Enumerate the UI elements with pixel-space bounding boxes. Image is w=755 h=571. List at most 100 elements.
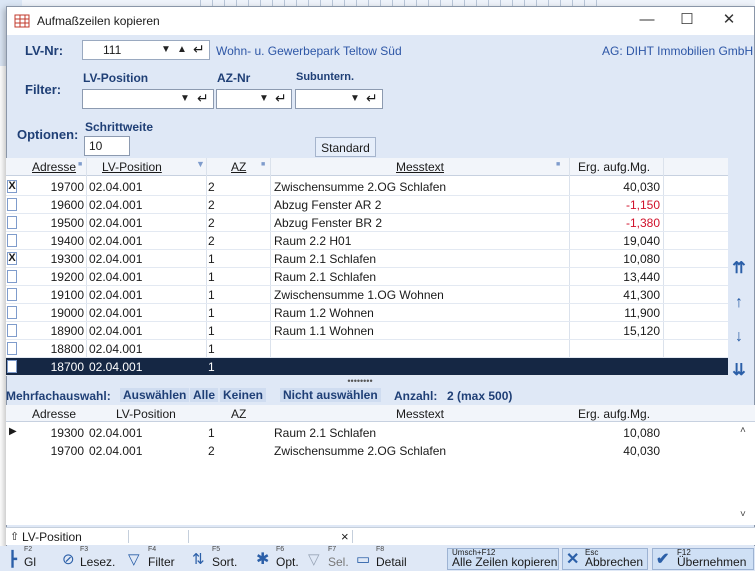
step-label: Schrittweite xyxy=(85,120,154,134)
cell-erg: 41,300 xyxy=(623,288,660,302)
chevron-down-icon[interactable]: ▼ xyxy=(161,44,171,55)
cell-messtext: Abzug Fenster BR 2 xyxy=(274,216,383,230)
table-row[interactable]: 19500 02.04.001 2 Abzug Fenster BR 2 -1,380 xyxy=(6,214,728,232)
client-name: AG: DIHT Immobilien GmbH xyxy=(602,44,754,58)
cell-messtext: Zwischensumme 2.OG Schlafen xyxy=(274,444,447,458)
multi-label: Mehrfachauswahl: xyxy=(6,389,111,403)
scroll-up-icon[interactable]: ↑ xyxy=(728,286,750,320)
deselect-button[interactable]: Nicht auswählen xyxy=(280,388,381,402)
chevron-down-icon[interactable]: ▼ xyxy=(350,93,360,104)
table-row[interactable]: 19100 02.04.001 1 Zwischensumme 1.OG Wohnen… xyxy=(6,286,728,304)
table-row[interactable]: 18700 02.04.001 1 xyxy=(6,358,728,376)
row-checkbox[interactable] xyxy=(7,342,17,355)
paperclip-icon: ⊘ xyxy=(62,551,75,568)
col-messtext[interactable]: Messtext xyxy=(396,160,444,174)
table-row[interactable]: 19000 02.04.001 1 Raum 1.2 Wohnen 11,900 xyxy=(6,304,728,322)
table2-row[interactable]: ▶ 19300 02.04.001 1 Raum 2.1 Schlafen 10,080 xyxy=(6,424,755,442)
cancel-button[interactable]: ✕ Esc Abbrechen xyxy=(562,548,648,570)
cell-adresse: 19400 xyxy=(50,234,84,248)
options-label: Optionen: xyxy=(17,127,79,142)
col-lvpos[interactable]: LV-Position xyxy=(102,160,162,174)
cell-az: 1 xyxy=(208,306,215,320)
cell-az: 2 xyxy=(208,216,215,230)
cell-adresse: 19200 xyxy=(50,270,84,284)
col-erg[interactable]: Erg. aufg.Mg. xyxy=(578,160,650,174)
filter-az-select[interactable]: ▼ ↵ xyxy=(216,89,292,109)
scroll-top-icon[interactable]: ⇈ xyxy=(728,252,750,286)
table-row[interactable]: 18800 02.04.001 1 xyxy=(6,340,728,358)
app-grid-icon xyxy=(14,14,30,28)
select-all-button[interactable]: Alle xyxy=(190,388,219,402)
maximize-button[interactable]: ☐ xyxy=(667,7,707,35)
row-checkbox[interactable] xyxy=(7,360,17,373)
enter-icon[interactable]: ↵ xyxy=(275,90,287,107)
sel-label: Sel. xyxy=(328,555,349,569)
cell-az: 1 xyxy=(208,360,215,374)
enter-icon[interactable]: ↵ xyxy=(193,41,205,58)
chevron-down-icon[interactable]: ˅ xyxy=(740,509,746,520)
col-az[interactable]: AZ xyxy=(231,160,246,174)
col2-az[interactable]: AZ xyxy=(231,407,246,421)
table-row[interactable]: 18900 02.04.001 1 Raum 1.1 Wohnen 15,120 xyxy=(6,322,728,340)
table-row[interactable]: 19200 02.04.001 1 Raum 2.1 Schlafen 13,440 xyxy=(6,268,728,286)
table-row[interactable]: 19600 02.04.001 2 Abzug Fenster AR 2 -1,150 xyxy=(6,196,728,214)
sort-label: Sort. xyxy=(212,555,238,569)
cell-az: 1 xyxy=(208,426,215,440)
step-input[interactable]: 10 xyxy=(84,136,130,156)
table2-row[interactable]: 19700 02.04.001 2 Zwischensumme 2.OG Schlaf… xyxy=(6,442,755,460)
row-checkbox[interactable] xyxy=(7,288,17,301)
row-checkbox[interactable] xyxy=(7,216,17,229)
cell-erg: -1,380 xyxy=(625,216,660,230)
enter-icon[interactable]: ↵ xyxy=(366,90,378,107)
cell-lvpos: 02.04.001 xyxy=(89,324,143,338)
row-checkbox[interactable] xyxy=(7,198,17,211)
clear-sort-button[interactable]: × xyxy=(341,529,349,544)
col2-messtext[interactable]: Messtext xyxy=(396,407,444,421)
row-checkbox[interactable]: X xyxy=(7,252,17,265)
lesez-key: F3 xyxy=(80,546,89,553)
standard-button[interactable]: Standard xyxy=(315,137,376,157)
minimize-button[interactable]: — xyxy=(627,7,667,35)
row-checkbox[interactable] xyxy=(7,324,17,337)
col2-lvpos[interactable]: LV-Position xyxy=(116,407,176,421)
cell-adresse: 19700 xyxy=(50,180,84,194)
lines-table: Adresse ■ LV-Position ▼ AZ ■ Messtext ■ … xyxy=(6,158,728,376)
chevron-down-icon[interactable]: ▼ xyxy=(259,93,269,104)
sel-key: F7 xyxy=(328,546,337,553)
cell-lvpos: 02.04.001 xyxy=(89,360,143,374)
filter-lvpos-select[interactable]: ▼ ↵ xyxy=(82,89,214,109)
function-toolbar: ┣ F2 Gl ⊘ F3 Lesez. ▽ F4 Filter ⇅ F5 Sor… xyxy=(0,546,755,571)
table-row[interactable]: 19400 02.04.001 2 Raum 2.2 H01 19,040 xyxy=(6,232,728,250)
close-button[interactable]: ✕ xyxy=(709,7,749,35)
chevron-up-icon[interactable]: ▲ xyxy=(177,44,187,55)
col-adresse[interactable]: Adresse xyxy=(32,160,76,174)
cell-lvpos: 02.04.001 xyxy=(89,270,143,284)
scroll-bottom-icon[interactable]: ⇊ xyxy=(728,354,750,388)
chevron-down-icon[interactable]: ▼ xyxy=(180,93,190,104)
table-row[interactable]: X 19300 02.04.001 1 Raum 2.1 Schlafen 10,080 xyxy=(6,250,728,268)
select-button[interactable]: Auswählen xyxy=(120,388,190,402)
filter-sub-select[interactable]: ▼ ↵ xyxy=(295,89,383,109)
lv-select[interactable]: 111 ▼ ▲ ↵ xyxy=(82,40,210,60)
row-checkbox[interactable] xyxy=(7,234,17,247)
filter-key: F4 xyxy=(148,546,157,553)
col2-erg[interactable]: Erg. aufg.Mg. xyxy=(578,407,650,421)
chevron-up-icon[interactable]: ˄ xyxy=(740,425,746,436)
enter-icon[interactable]: ↵ xyxy=(197,90,209,107)
row-checkbox[interactable]: X xyxy=(7,180,17,193)
scroll-down-icon[interactable]: ↓ xyxy=(728,320,750,354)
cell-az: 2 xyxy=(208,444,215,458)
accept-button[interactable]: ✔ F12 Übernehmen xyxy=(652,548,754,570)
row-checkbox[interactable] xyxy=(7,306,17,319)
col2-adresse[interactable]: Adresse xyxy=(32,407,76,421)
row-checkbox[interactable] xyxy=(7,270,17,283)
table-row[interactable]: X 19700 02.04.001 2 Zwischensumme 2.OG Schla… xyxy=(6,178,728,196)
select-none-button[interactable]: Keinen xyxy=(220,388,267,402)
copy-all-button[interactable]: Umsch+F12 Alle Zeilen kopieren xyxy=(447,548,559,570)
cell-lvpos: 02.04.001 xyxy=(89,216,143,230)
table2-scrollbar[interactable]: ˄ ˅ xyxy=(737,423,753,525)
table2-header: Adresse LV-Position AZ Messtext Erg. auf… xyxy=(6,405,755,422)
accept-label: Übernehmen xyxy=(677,555,747,569)
splitter-handle[interactable]: •••••••• xyxy=(340,377,380,386)
opt-key: F6 xyxy=(276,546,285,553)
